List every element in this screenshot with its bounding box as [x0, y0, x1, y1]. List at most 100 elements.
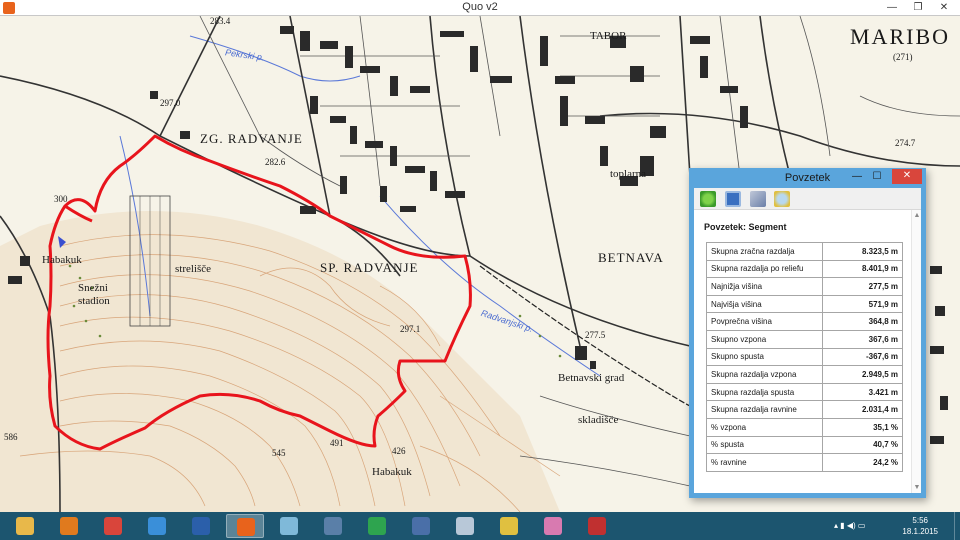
- restore-button[interactable]: ❐: [906, 0, 930, 16]
- place-label-maribor: MARIBO: [850, 24, 951, 49]
- stat-value: 24,2 %: [822, 453, 903, 472]
- dialog-titlebar[interactable]: Povzetek — ☐ ✕: [689, 168, 926, 188]
- taskbar-button[interactable]: [534, 514, 572, 538]
- clock[interactable]: 5:56 18.1.2015: [902, 515, 938, 537]
- place-label-stadion: stadion: [78, 295, 110, 307]
- taskbar: ▴ ▮ ◀) ▭ 5:56 18.1.2015: [0, 512, 960, 540]
- stat-value: 2.949,5 m: [822, 365, 903, 384]
- stats-row: Skupna zračna razdalja 8.323,5 m: [706, 242, 903, 261]
- dialog-close-button[interactable]: ✕: [892, 169, 922, 184]
- stat-label: Skupna razdalja ravnine: [706, 400, 823, 419]
- stats-row: Skupna razdalja po reliefu 8.401,9 m: [706, 259, 903, 279]
- dialog-title: Povzetek: [784, 172, 831, 184]
- refresh-icon[interactable]: [700, 191, 716, 207]
- dialog-toolbar: [694, 188, 921, 210]
- clock-time: 5:56: [912, 516, 928, 525]
- elevation-label: (271): [893, 52, 913, 62]
- word-icon: [192, 517, 210, 535]
- taskbar-button[interactable]: [138, 514, 176, 538]
- taskbar-button[interactable]: [446, 514, 484, 538]
- stat-value: 277,5 m: [822, 277, 903, 296]
- window-title: Quo v2: [462, 1, 498, 13]
- close-button[interactable]: ✕: [932, 0, 956, 16]
- stat-label: Skupna razdalja vzpona: [706, 365, 823, 384]
- calculator-icon: [324, 517, 342, 535]
- place-label-habakuk-bottom: Habakuk: [372, 466, 412, 478]
- stats-row: Skupno spusta -367,6 m: [706, 347, 903, 367]
- elevation-label: 491: [330, 438, 344, 448]
- stat-label: Skupno vzpona: [706, 329, 823, 349]
- outlook-icon: [60, 517, 78, 535]
- stat-label: Skupna zračna razdalja: [706, 242, 823, 261]
- taskbar-button[interactable]: [94, 514, 132, 538]
- stat-value: -367,6 m: [822, 347, 903, 367]
- taskbar-button[interactable]: [6, 514, 44, 538]
- stat-label: Skupna razdalja spusta: [706, 382, 823, 402]
- elevation-label: 545: [272, 448, 286, 458]
- elevation-label: 426: [392, 446, 406, 456]
- quo-icon: [237, 518, 255, 536]
- stats-row: Skupna razdalja spusta 3.421 m: [706, 382, 903, 402]
- stat-value: 3.421 m: [822, 382, 903, 402]
- place-label-betnavski-grad: Betnavski grad: [558, 372, 625, 384]
- internet-explorer-icon: [148, 517, 166, 535]
- app-icon-7: [280, 517, 298, 535]
- taskbar-button[interactable]: [226, 514, 264, 538]
- app-icon-13: [544, 517, 562, 535]
- taskbar-button[interactable]: [182, 514, 220, 538]
- taskbar-button[interactable]: [358, 514, 396, 538]
- taskbar-button[interactable]: [402, 514, 440, 538]
- stat-label: % spusta: [706, 435, 823, 455]
- stat-value: 571,9 m: [822, 294, 903, 314]
- taskbar-button[interactable]: [578, 514, 616, 538]
- place-label-zg-radvanje: ZG. RADVANJE: [200, 131, 303, 146]
- place-label-snezni: Snežni: [78, 282, 108, 294]
- elevation-label: 277.5: [585, 330, 606, 340]
- stat-value: 35,1 %: [822, 417, 903, 437]
- elevation-label: 300: [54, 194, 68, 204]
- stat-value: 364,8 m: [822, 312, 903, 331]
- stats-row: Najnižja višina 277,5 m: [706, 277, 903, 296]
- summary-heading: Povzetek: Segment: [704, 222, 787, 232]
- stat-value: 40,7 %: [822, 435, 903, 455]
- stat-value: 8.323,5 m: [822, 242, 903, 261]
- zoom-icon[interactable]: [774, 191, 790, 207]
- scroll-down-icon[interactable]: ▼: [913, 484, 921, 491]
- elevation-label: 274.7: [895, 138, 916, 148]
- place-label-strelisce: strelišče: [175, 263, 212, 275]
- scroll-up-icon[interactable]: ▲: [913, 212, 921, 219]
- stat-value: 2.031,4 m: [822, 400, 903, 419]
- app-icon-11: [456, 517, 474, 535]
- stat-label: Najnižja višina: [706, 277, 823, 296]
- stat-label: Skupna razdalja po reliefu: [706, 259, 823, 279]
- elevation-label: 297.0: [160, 98, 181, 108]
- place-label-tabor: TABOR: [590, 30, 627, 42]
- taskbar-button[interactable]: [314, 514, 352, 538]
- dialog-restore-button[interactable]: ☐: [868, 170, 886, 184]
- stats-row: Skupna razdalja vzpona 2.949,5 m: [706, 365, 903, 384]
- dialog-scrollbar[interactable]: ▲ ▼: [911, 210, 921, 493]
- elevation-label: 282.6: [265, 157, 286, 167]
- stats-row: % spusta 40,7 %: [706, 435, 903, 455]
- google-drive-icon: [368, 517, 386, 535]
- save-icon[interactable]: [725, 191, 741, 207]
- taskbar-button[interactable]: [490, 514, 528, 538]
- system-tray: ▴ ▮ ◀) ▭ 5:56 18.1.2015: [830, 512, 960, 540]
- stats-row: Povprečna višina 364,8 m: [706, 312, 903, 331]
- stats-row: % vzpona 35,1 %: [706, 417, 903, 437]
- taskbar-button[interactable]: [270, 514, 308, 538]
- taskbar-button[interactable]: [50, 514, 88, 538]
- elevation-label: 297.1: [400, 324, 421, 334]
- tray-icons[interactable]: ▴ ▮ ◀) ▭: [834, 521, 865, 530]
- minimize-button[interactable]: —: [880, 0, 904, 16]
- stat-label: % ravnine: [706, 453, 823, 472]
- show-desktop-button[interactable]: [954, 512, 960, 540]
- app-icon-12: [500, 517, 518, 535]
- stats-table: Skupna zračna razdalja 8.323,5 m Skupna ra…: [706, 242, 903, 472]
- place-label-habakuk: Habakuk: [42, 254, 82, 266]
- dialog-minimize-button[interactable]: —: [848, 170, 866, 184]
- stat-label: % vzpona: [706, 417, 823, 437]
- export-icon[interactable]: [750, 191, 766, 207]
- place-label-sp-radvanje: SP. RADVANJE: [320, 260, 419, 275]
- window-titlebar: Quo v2 — ❐ ✕: [0, 0, 960, 16]
